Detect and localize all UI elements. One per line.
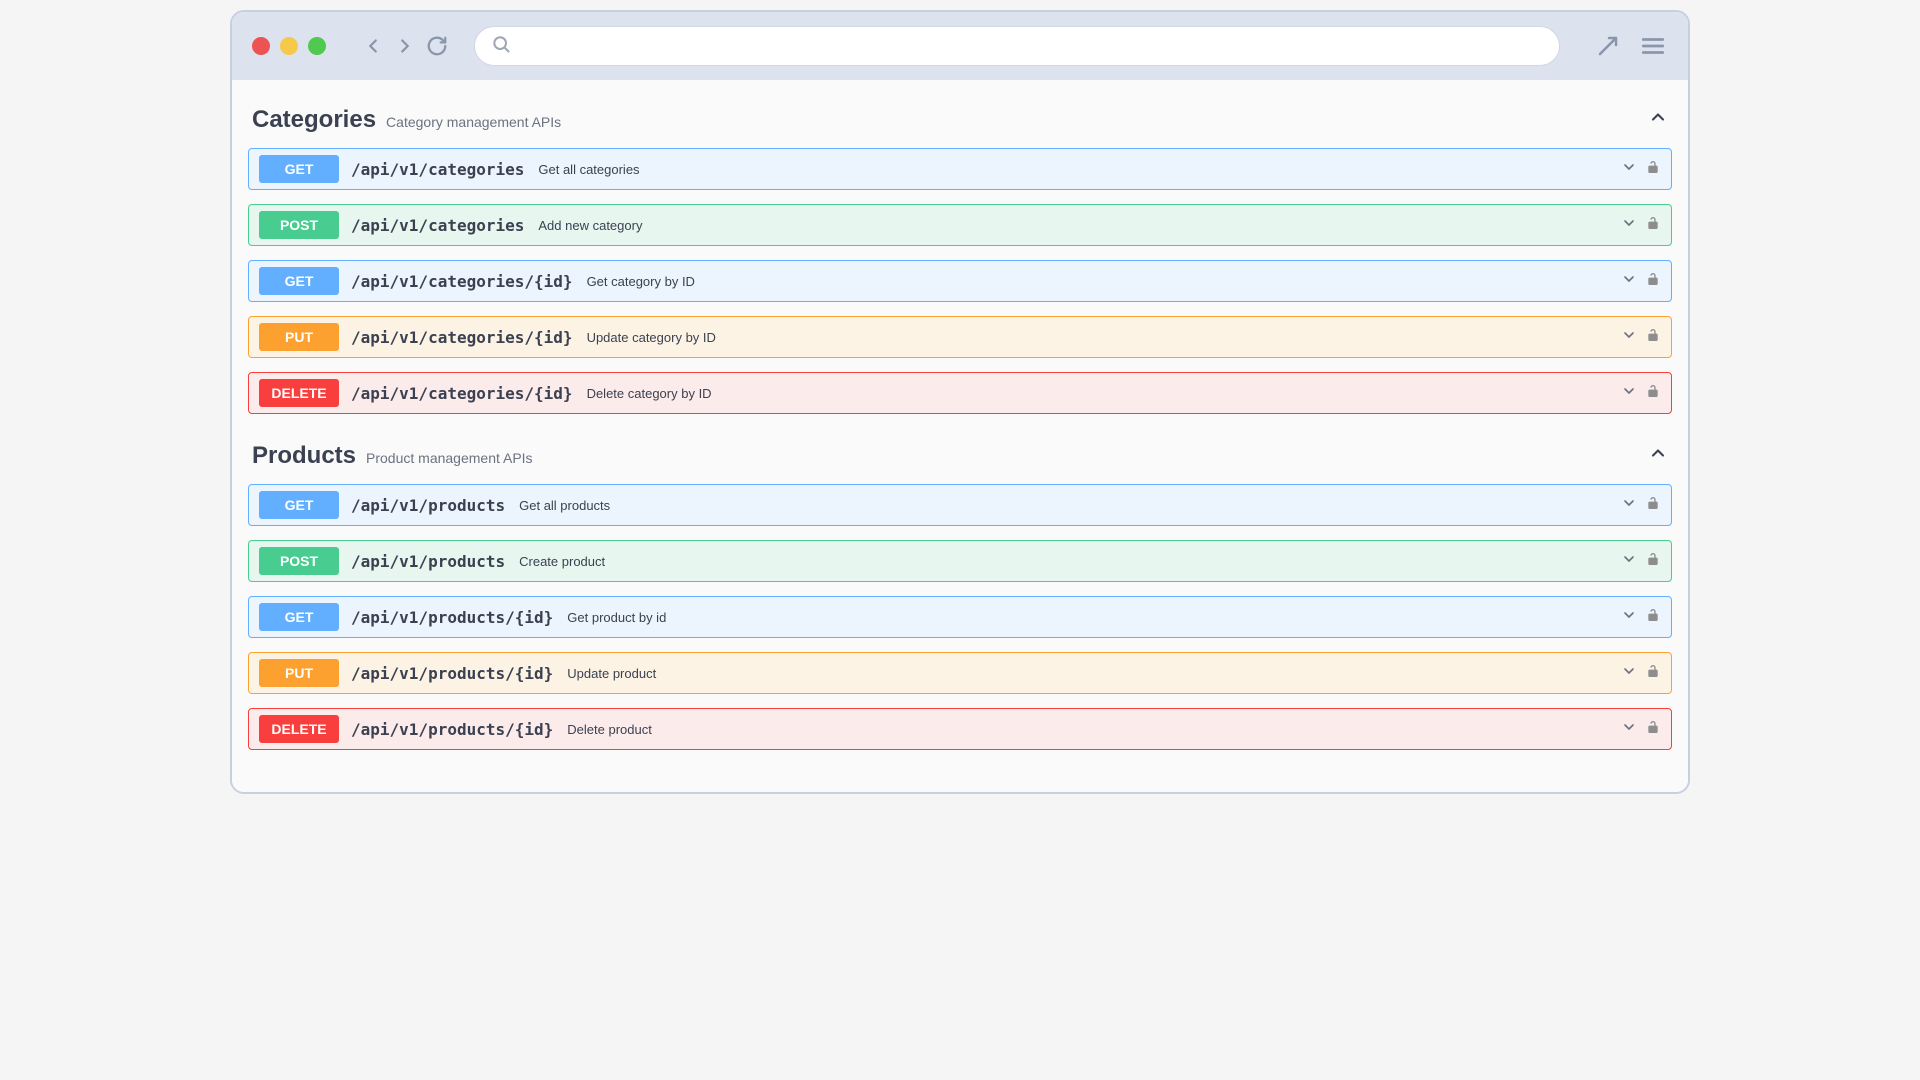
maximize-window-button[interactable] [308, 37, 326, 55]
operation-summary: Delete category by ID [587, 386, 712, 401]
operation-summary: Create product [519, 554, 605, 569]
tag-section-categories: Categories Category management APIs GET … [248, 100, 1672, 414]
chevron-down-icon [1621, 551, 1637, 572]
tag-section-products: Products Product management APIs GET /ap… [248, 436, 1672, 750]
operation-row[interactable]: POST /api/v1/products Create product [248, 540, 1672, 582]
unlock-icon[interactable] [1645, 495, 1661, 516]
operations-list: GET /api/v1/categories Get all categorie… [248, 148, 1672, 414]
unlock-icon[interactable] [1645, 215, 1661, 236]
forward-button[interactable] [392, 33, 418, 59]
unlock-icon[interactable] [1645, 551, 1661, 572]
nav-controls [360, 33, 450, 59]
operation-row[interactable]: GET /api/v1/products/{id} Get product by… [248, 596, 1672, 638]
tag-name: Products [252, 442, 356, 470]
close-window-button[interactable] [252, 37, 270, 55]
operation-row[interactable]: GET /api/v1/categories Get all categorie… [248, 148, 1672, 190]
browser-chrome [232, 12, 1688, 80]
unlock-icon[interactable] [1645, 383, 1661, 404]
method-badge: GET [259, 155, 339, 183]
unlock-icon[interactable] [1645, 327, 1661, 348]
operation-path: /api/v1/products [351, 552, 505, 571]
operations-list: GET /api/v1/products Get all products PO… [248, 484, 1672, 750]
operation-path: /api/v1/categories/{id} [351, 328, 573, 347]
operation-path: /api/v1/products/{id} [351, 664, 553, 683]
chevron-down-icon [1621, 159, 1637, 180]
chevron-down-icon [1621, 215, 1637, 236]
operation-row[interactable]: GET /api/v1/products Get all products [248, 484, 1672, 526]
chevron-up-icon [1648, 107, 1668, 132]
tag-header[interactable]: Products Product management APIs [248, 436, 1672, 484]
operation-path: /api/v1/categories/{id} [351, 272, 573, 291]
unlock-icon[interactable] [1645, 719, 1661, 740]
tag-description: Category management APIs [386, 114, 561, 130]
chevron-down-icon [1621, 327, 1637, 348]
operation-row[interactable]: PUT /api/v1/products/{id} Update product [248, 652, 1672, 694]
search-icon [491, 34, 511, 59]
tag-header[interactable]: Categories Category management APIs [248, 100, 1672, 148]
browser-window: Categories Category management APIs GET … [230, 10, 1690, 794]
method-badge: POST [259, 211, 339, 239]
operation-summary: Delete product [567, 722, 652, 737]
chevron-up-icon [1648, 443, 1668, 468]
operation-summary: Get category by ID [587, 274, 695, 289]
chevron-down-icon [1621, 607, 1637, 628]
operation-path: /api/v1/categories [351, 216, 524, 235]
operation-summary: Update category by ID [587, 330, 716, 345]
unlock-icon[interactable] [1645, 607, 1661, 628]
window-controls [252, 37, 326, 55]
chevron-down-icon [1621, 495, 1637, 516]
url-bar[interactable] [474, 26, 1560, 66]
method-badge: DELETE [259, 715, 339, 743]
hamburger-menu-icon[interactable] [1638, 31, 1668, 61]
operation-row[interactable]: PUT /api/v1/categories/{id} Update categ… [248, 316, 1672, 358]
operation-path: /api/v1/categories [351, 160, 524, 179]
chevron-down-icon [1621, 719, 1637, 740]
operation-summary: Get all categories [538, 162, 639, 177]
unlock-icon[interactable] [1645, 271, 1661, 292]
operation-summary: Get product by id [567, 610, 666, 625]
operation-summary: Get all products [519, 498, 610, 513]
method-badge: PUT [259, 323, 339, 351]
tag-name: Categories [252, 106, 376, 134]
minimize-window-button[interactable] [280, 37, 298, 55]
method-badge: GET [259, 491, 339, 519]
operation-row[interactable]: GET /api/v1/categories/{id} Get category… [248, 260, 1672, 302]
expand-icon[interactable] [1594, 32, 1622, 60]
operation-row[interactable]: POST /api/v1/categories Add new category [248, 204, 1672, 246]
method-badge: GET [259, 267, 339, 295]
operation-path: /api/v1/products/{id} [351, 720, 553, 739]
operation-row[interactable]: DELETE /api/v1/products/{id} Delete prod… [248, 708, 1672, 750]
back-button[interactable] [360, 33, 386, 59]
operation-summary: Update product [567, 666, 656, 681]
chrome-right-icons [1594, 31, 1668, 61]
operation-path: /api/v1/categories/{id} [351, 384, 573, 403]
tag-description: Product management APIs [366, 450, 533, 466]
operation-summary: Add new category [538, 218, 642, 233]
operation-path: /api/v1/products/{id} [351, 608, 553, 627]
method-badge: POST [259, 547, 339, 575]
operation-path: /api/v1/products [351, 496, 505, 515]
page-content: Categories Category management APIs GET … [232, 80, 1688, 792]
method-badge: DELETE [259, 379, 339, 407]
operation-row[interactable]: DELETE /api/v1/categories/{id} Delete ca… [248, 372, 1672, 414]
unlock-icon[interactable] [1645, 663, 1661, 684]
unlock-icon[interactable] [1645, 159, 1661, 180]
chevron-down-icon [1621, 383, 1637, 404]
method-badge: GET [259, 603, 339, 631]
reload-button[interactable] [424, 33, 450, 59]
method-badge: PUT [259, 659, 339, 687]
chevron-down-icon [1621, 271, 1637, 292]
chevron-down-icon [1621, 663, 1637, 684]
